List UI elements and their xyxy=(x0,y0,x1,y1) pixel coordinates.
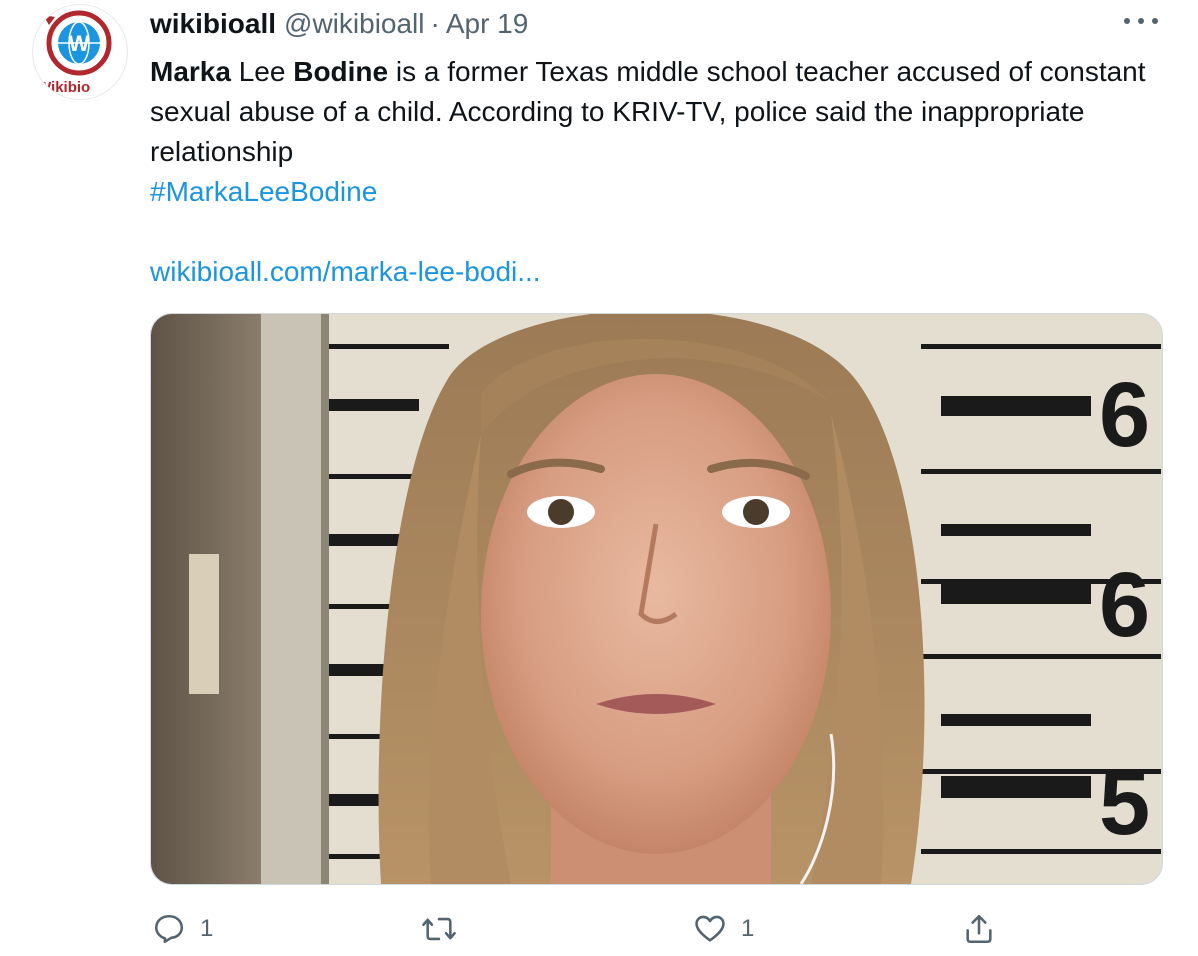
height-label-2: 6 xyxy=(1099,554,1150,656)
svg-text:W: W xyxy=(69,31,90,56)
tweet-text: Marka Lee Bodine is a former Texas middl… xyxy=(150,52,1160,212)
tweet[interactable]: W Wikibio wikibioall @wikibioall · Apr 1… xyxy=(0,0,1198,956)
more-dot-icon xyxy=(1152,18,1158,24)
avatar[interactable]: W Wikibio xyxy=(32,4,128,100)
user-handle[interactable]: @wikibioall xyxy=(284,8,424,40)
header-separator: · xyxy=(430,8,440,39)
reply-count: 1 xyxy=(200,915,214,942)
hashtag-link[interactable]: #MarkaLeeBodine xyxy=(150,172,1160,212)
reply-button[interactable]: 1 xyxy=(152,906,213,952)
more-dot-icon xyxy=(1124,18,1130,24)
heart-icon xyxy=(695,915,725,942)
article-link[interactable]: wikibioall.com/marka-lee-bodi... xyxy=(150,256,541,287)
like-count: 1 xyxy=(741,915,755,942)
tweet-date[interactable]: Apr 19 xyxy=(446,8,529,40)
bold-text-first-name: Marka xyxy=(150,56,231,87)
more-dot-icon xyxy=(1138,18,1144,24)
retweet-button[interactable] xyxy=(420,906,472,952)
retweet-icon xyxy=(422,917,456,941)
tweet-actions-bar: 1 1 xyxy=(0,906,1198,952)
text-segment: Lee xyxy=(230,56,294,87)
more-options-button[interactable] xyxy=(1124,14,1158,28)
share-button[interactable] xyxy=(962,906,996,952)
avatar-logo-text: Wikibio xyxy=(37,79,91,96)
like-button[interactable]: 1 xyxy=(693,906,754,952)
bold-text-last-name: Bodine xyxy=(293,56,389,87)
height-label-1: 6 xyxy=(1099,364,1150,466)
mugshot-photo: 6 6 5 xyxy=(151,314,1162,884)
height-label-3: 5 xyxy=(1099,752,1150,854)
share-icon xyxy=(966,914,992,944)
reply-icon xyxy=(154,914,184,944)
tweet-header: wikibioall @wikibioall · Apr 19 xyxy=(150,6,528,42)
tweet-media-image[interactable]: 6 6 5 xyxy=(150,313,1163,885)
display-name[interactable]: wikibioall xyxy=(150,8,276,40)
